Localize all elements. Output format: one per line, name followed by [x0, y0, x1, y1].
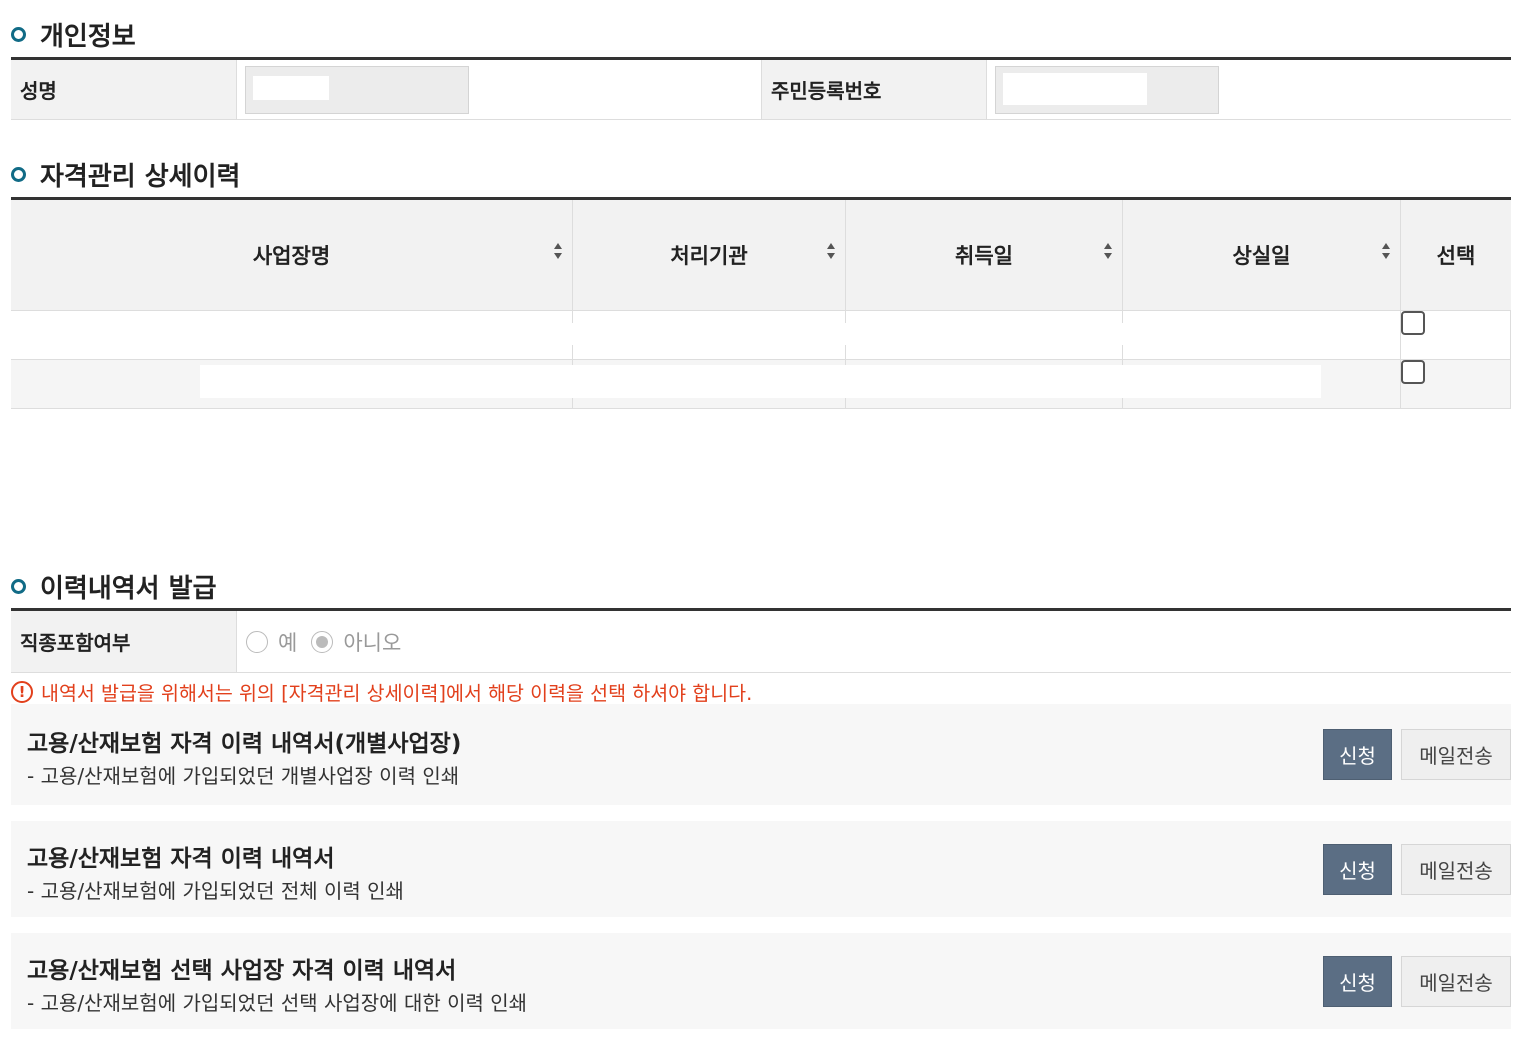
column-header-acquired[interactable]: 취득일 — [846, 200, 1123, 310]
column-label: 선택 — [1436, 244, 1476, 268]
bullet-icon — [11, 27, 26, 42]
name-field — [245, 65, 469, 114]
doc-description: - 고용/산재보험에 가입되었던 선택 사업장에 대한 이력 인쇄 — [27, 991, 528, 1015]
job-include-options: 예 아니오 — [237, 611, 1511, 672]
apply-button[interactable]: 신청 — [1323, 844, 1392, 895]
doc-description: - 고용/산재보험에 가입되었던 전체 이력 인쇄 — [27, 879, 404, 903]
column-label: 처리기관 — [670, 244, 748, 268]
radio-yes[interactable] — [246, 630, 268, 653]
column-label: 상실일 — [1232, 244, 1291, 268]
masked-value — [253, 75, 329, 100]
email-button[interactable]: 메일전송 — [1401, 956, 1511, 1007]
personal-info-heading: 개인정보 — [11, 16, 136, 53]
doc-item: 고용/산재보험 자격 이력 내역서 - 고용/산재보험에 가입되었던 전체 이력… — [11, 821, 1511, 917]
section-title: 이력내역서 발급 — [40, 574, 217, 604]
sort-icon[interactable] — [1103, 242, 1113, 260]
table-header: 사업장명 처리기관 취득일 상실일 선택 — [11, 200, 1511, 311]
column-label: 사업장명 — [252, 244, 331, 268]
doc-item: 고용/산재보험 자격 이력 내역서(개별사업장) - 고용/산재보험에 가입되었… — [11, 704, 1511, 805]
history-table: 사업장명 처리기관 취득일 상실일 선택 — [11, 197, 1511, 409]
column-header-select: 선택 — [1401, 200, 1511, 310]
email-button[interactable]: 메일전송 — [1401, 729, 1511, 780]
doc-title: 고용/산재보험 선택 사업장 자격 이력 내역서 — [27, 958, 457, 984]
column-header-workplace[interactable]: 사업장명 — [11, 200, 573, 310]
sort-icon[interactable] — [553, 242, 563, 260]
radio-no[interactable] — [311, 630, 334, 653]
personal-info-table: 성명 주민등록번호 — [11, 57, 1511, 120]
doc-title: 고용/산재보험 자격 이력 내역서 — [27, 846, 335, 872]
rrn-cell — [987, 60, 1509, 119]
issue-heading: 이력내역서 발급 — [11, 568, 217, 605]
doc-item: 고용/산재보험 선택 사업장 자격 이력 내역서 - 고용/산재보험에 가입되었… — [11, 933, 1511, 1029]
table-row — [11, 311, 1511, 360]
select-cell — [1401, 311, 1511, 359]
column-header-agency[interactable]: 처리기관 — [573, 200, 846, 310]
name-cell — [237, 60, 761, 119]
sort-icon[interactable] — [826, 242, 836, 260]
table-row — [11, 360, 1511, 409]
masked-row-content — [11, 323, 1400, 345]
name-label: 성명 — [11, 60, 237, 119]
sort-icon[interactable] — [1381, 242, 1391, 260]
rrn-field — [995, 65, 1219, 114]
doc-description: - 고용/산재보험에 가입되었던 개별사업장 이력 인쇄 — [27, 764, 460, 788]
masked-value — [1003, 72, 1147, 105]
rrn-label: 주민등록번호 — [761, 60, 987, 119]
radio-no-label: 아니오 — [343, 630, 402, 655]
job-option-table: 직종포함여부 예 아니오 — [11, 608, 1511, 673]
bullet-icon — [11, 579, 26, 594]
row-checkbox[interactable] — [1401, 360, 1425, 384]
apply-button[interactable]: 신청 — [1323, 729, 1392, 780]
radio-yes-label: 예 — [278, 630, 298, 655]
job-include-label: 직종포함여부 — [11, 611, 237, 672]
history-heading: 자격관리 상세이력 — [11, 156, 240, 193]
apply-button[interactable]: 신청 — [1323, 956, 1392, 1007]
column-header-lost[interactable]: 상실일 — [1123, 200, 1401, 310]
email-button[interactable]: 메일전송 — [1401, 844, 1511, 895]
row-checkbox[interactable] — [1401, 311, 1425, 335]
warning-message: ! 내역서 발급을 위해서는 위의 [자격관리 상세이력]에서 해당 이력을 선… — [11, 677, 752, 706]
warning-icon: ! — [11, 680, 33, 703]
bullet-icon — [11, 167, 26, 182]
section-title: 개인정보 — [40, 22, 136, 52]
masked-row-content — [200, 365, 1321, 398]
column-label: 취득일 — [955, 244, 1013, 268]
section-title: 자격관리 상세이력 — [40, 162, 241, 192]
warning-text: 내역서 발급을 위해서는 위의 [자격관리 상세이력]에서 해당 이력을 선택 … — [41, 682, 753, 705]
doc-title: 고용/산재보험 자격 이력 내역서(개별사업장) — [27, 731, 462, 757]
select-cell — [1401, 360, 1511, 408]
